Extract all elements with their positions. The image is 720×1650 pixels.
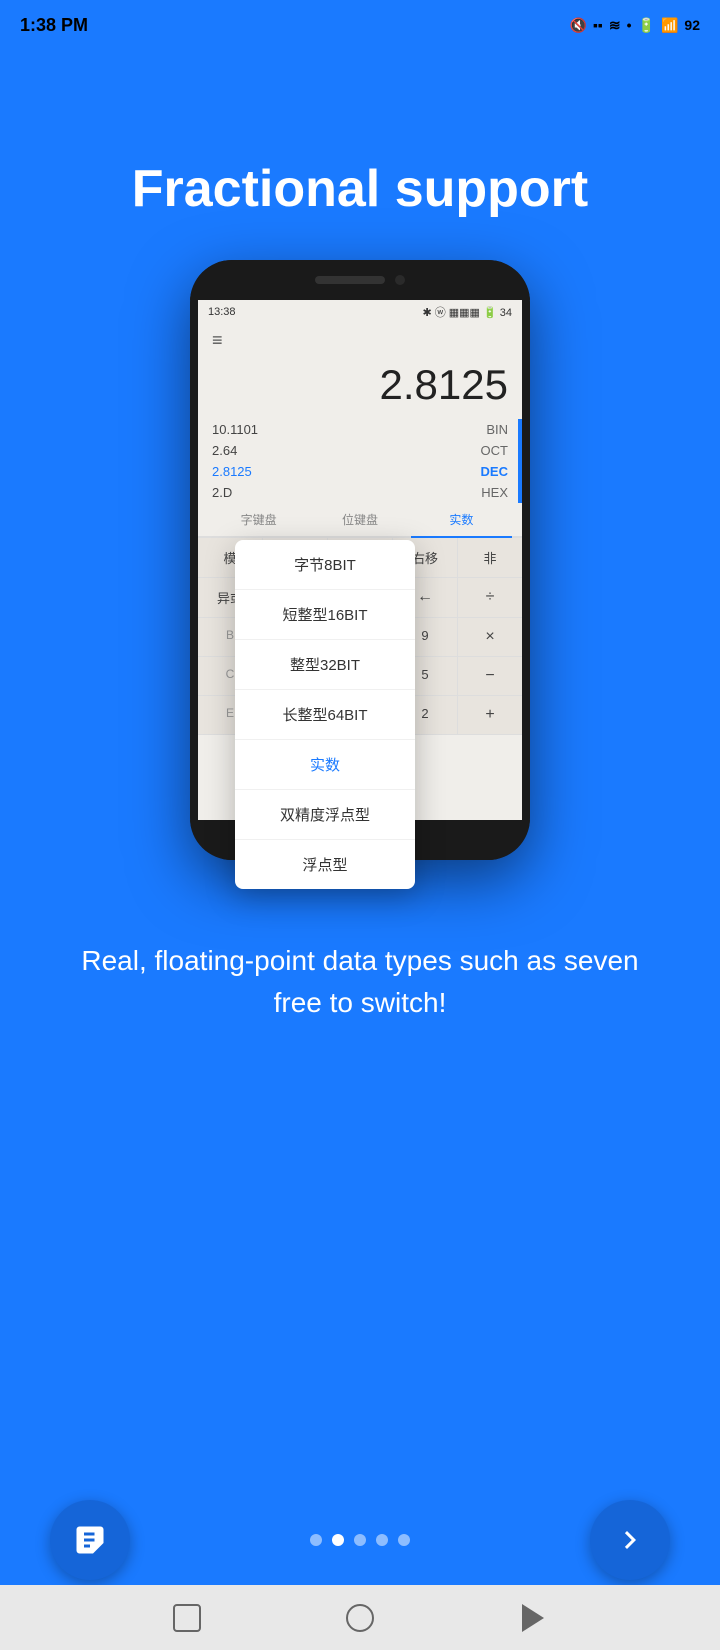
dec-label: DEC (481, 464, 508, 479)
dropdown-item-short16bit[interactable]: 短整型16BIT (235, 590, 415, 640)
mode-row-dec[interactable]: 2.8125 DEC (212, 461, 508, 482)
recent-apps-icon (173, 1604, 201, 1632)
battery-percent: 92 (684, 17, 700, 33)
home-icon (346, 1604, 374, 1632)
dot-4 (376, 1534, 388, 1546)
mode-row-hex: 2.D HEX (212, 482, 508, 503)
page-title: Fractional support (72, 160, 648, 220)
key-multiply[interactable]: × (458, 618, 522, 656)
mode-row-bin: 10.1101 BIN (212, 419, 508, 440)
main-content: Fractional support 13:38 ✱ ⓦ ▦▦▦ 🔋 34 ≡ (0, 0, 720, 1650)
recent-apps-button[interactable] (167, 1598, 207, 1638)
next-button[interactable] (590, 1500, 670, 1580)
hex-label: HEX (481, 485, 508, 500)
oct-value: 2.64 (212, 443, 237, 458)
wifi-icon: 📶 (661, 17, 678, 34)
dropdown-item-real[interactable]: 实数 (235, 740, 415, 790)
dec-value: 2.8125 (212, 464, 252, 479)
tab-char-keyboard[interactable]: 字键盘 (208, 503, 309, 536)
app-icons: ▪▪ (593, 17, 603, 33)
calc-display: 2.8125 (198, 357, 522, 419)
oct-label: OCT (481, 443, 508, 458)
tab-real[interactable]: 实数 (411, 503, 512, 538)
description-text: Real, floating-point data types such as … (0, 940, 720, 1024)
dropdown-item-double[interactable]: 双精度浮点型 (235, 790, 415, 840)
key-divide[interactable]: ÷ (458, 578, 522, 617)
back-icon (72, 1522, 108, 1558)
status-bar: 1:38 PM 🔇 ▪▪ ≋ • 🔋 📶 92 (0, 0, 720, 50)
back-sys-button[interactable] (513, 1598, 553, 1638)
battery-icon: 🔋 (638, 17, 655, 34)
key-minus[interactable]: − (458, 657, 522, 695)
dot-2 (332, 1534, 344, 1546)
arrow-right-icon (612, 1522, 648, 1558)
calc-modes: 10.1101 BIN 2.64 OCT 2.8125 DEC 2.D HEX (198, 419, 522, 503)
tab-bit-keyboard[interactable]: 位键盘 (309, 503, 410, 536)
calc-header: ≡ (198, 324, 522, 357)
back-button[interactable] (50, 1500, 130, 1580)
dropdown-item-int32bit[interactable]: 整型32BIT (235, 640, 415, 690)
bottom-navigation (0, 1500, 720, 1580)
dot-1 (310, 1534, 322, 1546)
calc-tabs: 字键盘 位键盘 实数 (198, 503, 522, 538)
dot-5 (398, 1534, 410, 1546)
phone-camera (395, 275, 405, 285)
bin-label: BIN (486, 422, 508, 437)
status-icons: 🔇 ▪▪ ≋ • 🔋 📶 92 (570, 17, 700, 34)
page-indicator (310, 1534, 410, 1546)
phone-speaker (315, 276, 385, 284)
dropdown-item-long64bit[interactable]: 长整型64BIT (235, 690, 415, 740)
mute-icon: 🔇 (570, 17, 587, 34)
layers-icon: ≋ (609, 17, 621, 34)
signal-dots: • (627, 17, 632, 33)
calc-time: 13:38 (208, 306, 236, 318)
dropdown-item-float[interactable]: 浮点型 (235, 840, 415, 889)
hex-value: 2.D (212, 485, 232, 500)
key-not[interactable]: 非 (458, 538, 522, 577)
back-sys-icon (522, 1604, 544, 1632)
system-bar (0, 1585, 720, 1650)
bin-value: 10.1101 (212, 422, 258, 437)
blue-divider (518, 419, 522, 503)
calc-status-bar: 13:38 ✱ ⓦ ▦▦▦ 🔋 34 (198, 300, 522, 324)
mode-row-oct: 2.64 OCT (212, 440, 508, 461)
dot-3 (354, 1534, 366, 1546)
key-plus[interactable]: + (458, 696, 522, 734)
hamburger-icon[interactable]: ≡ (212, 330, 223, 351)
phone-mockup: 13:38 ✱ ⓦ ▦▦▦ 🔋 34 ≡ 2.8125 10.1101 BIN (175, 260, 545, 870)
calc-status-icons: ✱ ⓦ ▦▦▦ 🔋 34 (422, 304, 512, 320)
status-time: 1:38 PM (20, 15, 88, 36)
dropdown-menu: 字节8BIT 短整型16BIT 整型32BIT 长整型64BIT 实数 双精度浮… (235, 540, 415, 889)
phone-top-bar (190, 260, 530, 300)
home-button[interactable] (340, 1598, 380, 1638)
dropdown-item-byte8bit[interactable]: 字节8BIT (235, 540, 415, 590)
